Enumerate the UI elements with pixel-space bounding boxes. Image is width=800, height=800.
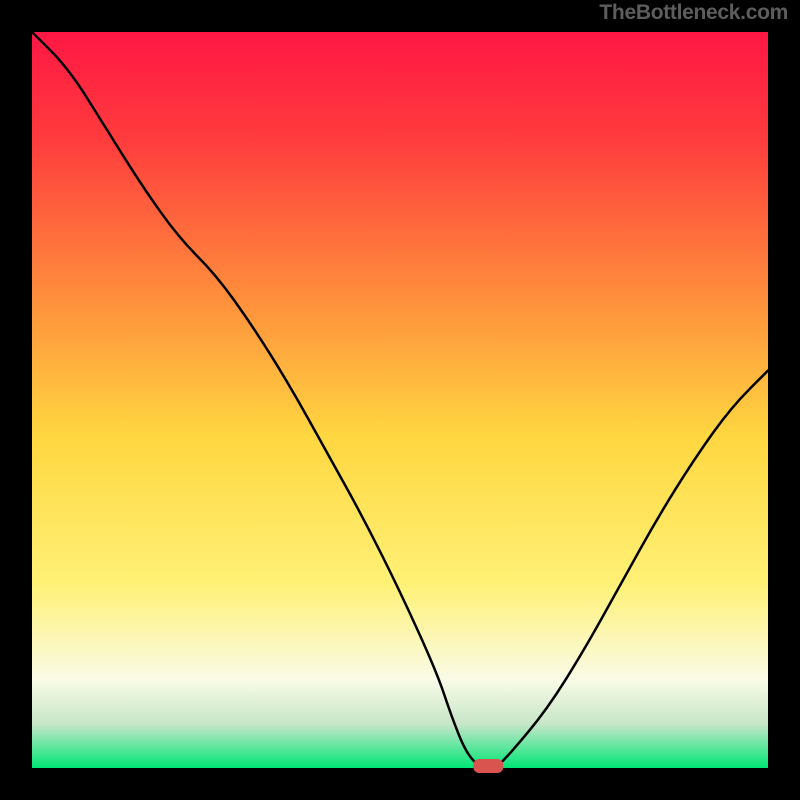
- watermark-text: TheBottleneck.com: [599, 1, 788, 25]
- bottleneck-chart: [0, 0, 800, 800]
- minimum-marker: [473, 759, 503, 773]
- chart-container: TheBottleneck.com: [0, 0, 800, 800]
- gradient-background: [32, 32, 768, 768]
